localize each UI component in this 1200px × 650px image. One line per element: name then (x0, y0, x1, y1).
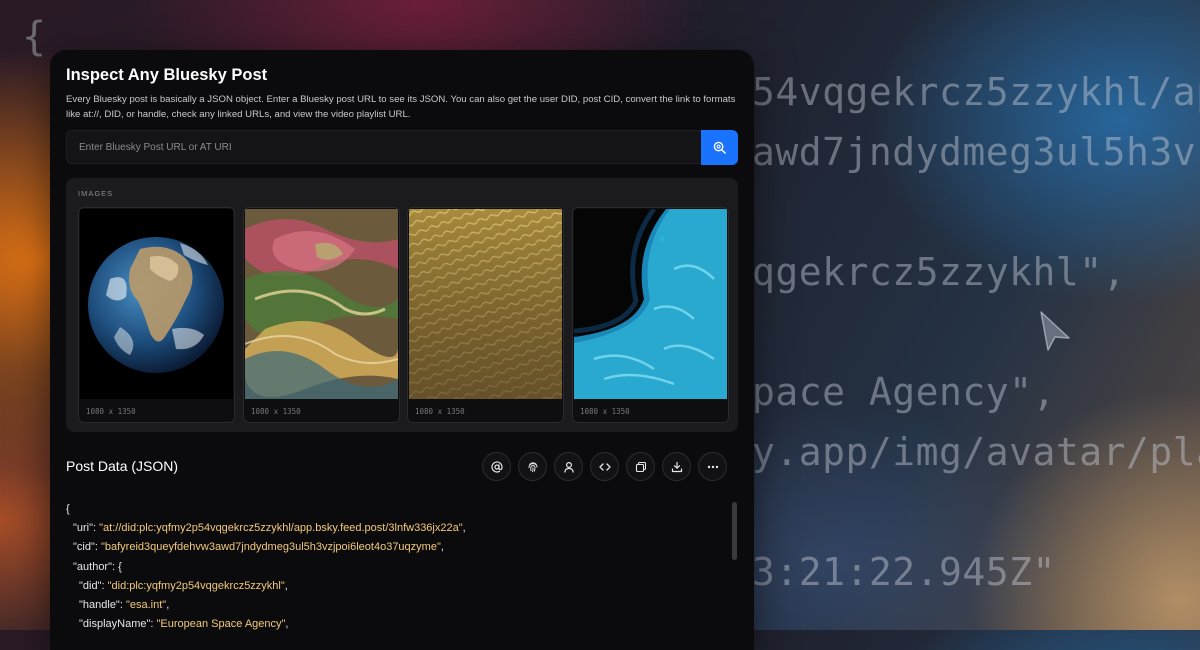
json-punct: , (284, 579, 288, 592)
json-key: "displayName": (79, 618, 157, 631)
user-did-button[interactable] (554, 452, 583, 481)
fingerprint-icon (528, 461, 537, 472)
earth-globe-image (80, 209, 233, 399)
colorful-terrain-image (245, 209, 398, 399)
image-thumbnail[interactable]: 1080 x 1350 (572, 207, 729, 423)
json-value: "at://did:plc:yqfmy2p54vqgekrcz5zzykhl/a… (99, 522, 463, 535)
search-icon (713, 141, 726, 154)
image-size: 1080 x 1350 (580, 407, 630, 416)
image-thumbnail[interactable]: 1080 x 1350 (243, 207, 400, 423)
json-line: "uri": "at://did:plc:yqfmy2p54vqgekrcz5z… (66, 519, 726, 538)
image-thumbnail[interactable]: 1080 x 1350 (78, 207, 235, 423)
json-line: "cid": "bafyreid3queyfdehvw3awd7jndydmeg… (66, 538, 726, 557)
download-button[interactable] (662, 452, 691, 481)
image-thumbnail[interactable]: 1080 x 1350 (407, 207, 564, 423)
post-data-title: Post Data (JSON) (66, 458, 179, 474)
background-code-line: pace Agency", (752, 370, 1056, 414)
background-brace: { (22, 14, 47, 60)
json-key: "uri": (73, 522, 100, 535)
json-line: "author": { (66, 558, 726, 577)
background-code-line: qgekrcz5zzykhl", (752, 250, 1127, 294)
json-key: "cid": (73, 541, 101, 554)
user-icon (563, 461, 574, 473)
image-size: 1080 x 1350 (251, 407, 301, 416)
json-line: "handle": "esa.int", (66, 596, 726, 615)
code-icon (598, 462, 611, 471)
image-size: 1080 x 1350 (86, 407, 136, 416)
json-punct: , (440, 541, 444, 554)
json-text: { (66, 503, 70, 515)
background-code-line: 3:21:22.945Z" (752, 550, 1056, 594)
background-code-line: 54vqgekrcz5zzykhl/ap (752, 70, 1200, 114)
at-uri-button[interactable] (482, 452, 511, 481)
json-key: "did": (79, 579, 108, 592)
download-icon (671, 461, 682, 472)
blue-coastline-image (574, 209, 727, 399)
cid-button[interactable] (518, 452, 547, 481)
json-value: "esa.int" (125, 598, 167, 611)
json-punct: , (462, 522, 466, 535)
inspector-panel: Inspect Any Bluesky Post Every Bluesky p… (50, 50, 754, 650)
more-icon (707, 465, 718, 468)
search-input[interactable] (66, 130, 702, 164)
json-scrollbar[interactable] (732, 502, 737, 560)
desert-dunes-image (409, 209, 562, 399)
json-punct: , (166, 598, 170, 611)
json-key: "author": (73, 560, 119, 573)
page-description: Every Bluesky post is basically a JSON o… (66, 94, 736, 120)
json-line: "did": "did:plc:yqfmy2p54vqgekrcz5zzykhl… (66, 577, 726, 596)
json-line: "displayName": "European Space Agency", (66, 615, 726, 634)
json-line: { (66, 500, 726, 519)
background-code-line: y.app/img/avatar/pla (752, 430, 1200, 474)
background-code-line: awd7jndydmeg3ul5h3vz (752, 130, 1200, 174)
images-section: IMAGES 1080 x 1350 1080 x 1350 1080 x 13… (66, 178, 738, 432)
at-sign-icon (490, 460, 503, 472)
json-viewer: { "uri": "at://did:plc:yqfmy2p54vqgekrcz… (66, 500, 726, 634)
json-value: "bafyreid3queyfdehvw3awd7jndydmeg3ul5h3v… (100, 541, 441, 554)
json-value: "did:plc:yqfmy2p54vqgekrcz5zzykhl" (107, 579, 285, 592)
copy-icon (635, 461, 646, 472)
json-value: "European Space Agency" (156, 618, 286, 631)
cursor-pointer-icon (1038, 310, 1072, 357)
images-label: IMAGES (78, 189, 114, 198)
json-punct: { (118, 560, 122, 573)
image-size: 1080 x 1350 (415, 407, 465, 416)
search-button[interactable] (701, 130, 738, 165)
post-data-toolbar (482, 452, 727, 481)
json-punct: , (285, 618, 289, 631)
copy-button[interactable] (626, 452, 655, 481)
json-key: "handle": (79, 598, 126, 611)
more-button[interactable] (698, 452, 727, 481)
page-title: Inspect Any Bluesky Post (66, 66, 268, 84)
code-button[interactable] (590, 452, 619, 481)
